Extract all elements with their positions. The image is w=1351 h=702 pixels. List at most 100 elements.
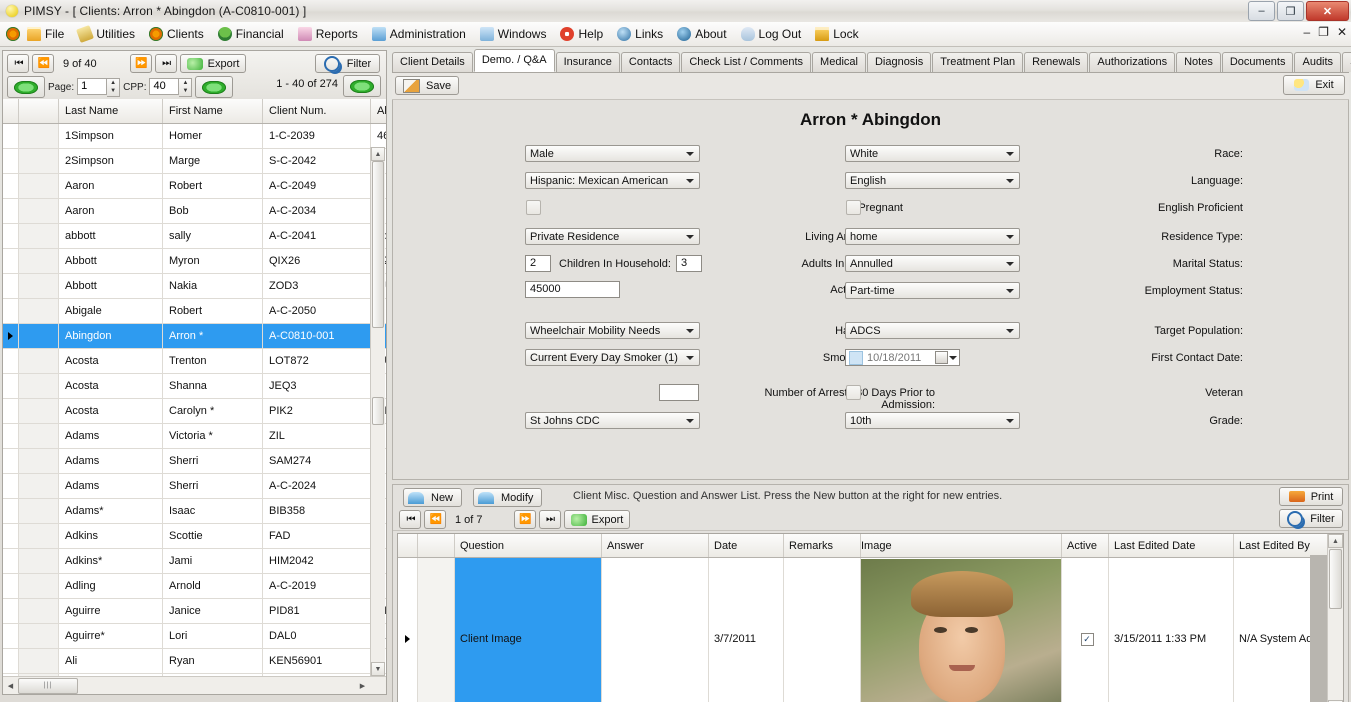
qa-cell-remarks[interactable] <box>783 557 861 702</box>
qa-next-record-button[interactable]: ⏩ <box>513 510 536 529</box>
cell-first-name[interactable]: Lori <box>162 623 263 649</box>
cell-first-name[interactable]: Shanna <box>162 373 263 399</box>
inner-close-button[interactable]: ✕ <box>1337 25 1347 39</box>
prev-record-button[interactable]: ⏪ <box>32 54 54 73</box>
row-marker[interactable] <box>3 473 19 499</box>
window-controls[interactable]: – ❐ ✕ <box>1248 1 1349 21</box>
veteran-checkbox[interactable] <box>846 385 861 400</box>
tab-authorizations[interactable]: Authorizations <box>1089 52 1176 72</box>
cell-last-name[interactable]: Adams* <box>58 498 163 524</box>
qa-last-record-button[interactable]: ⏭ <box>538 510 561 529</box>
row-number[interactable] <box>18 273 59 299</box>
minimize-button[interactable]: – <box>1248 1 1275 21</box>
table-row[interactable]: Adams Victoria * ZIL <box>3 423 386 449</box>
cell-client-num[interactable]: FAD <box>262 523 371 549</box>
row-number[interactable] <box>18 548 59 574</box>
cell-last-name[interactable]: Adkins* <box>58 548 163 574</box>
row-marker[interactable] <box>3 398 19 424</box>
refresh-left-button[interactable] <box>7 76 45 98</box>
cell-client-num[interactable]: S-C-2042 <box>262 148 371 174</box>
client-grid[interactable]: Last Name First Name Client Num. Alt 1Si… <box>3 99 386 694</box>
qa-first-record-button[interactable]: ⏮ <box>399 510 421 529</box>
menu-item-administration[interactable]: Administration <box>365 22 473 46</box>
cell-first-name[interactable]: Jami <box>162 548 263 574</box>
export-button[interactable]: Export <box>179 54 247 73</box>
cell-client-num[interactable]: ZOD3 <box>262 273 371 299</box>
living-arrangement-select[interactable]: Private Residence <box>525 228 700 245</box>
row-number[interactable] <box>18 298 59 324</box>
cell-first-name[interactable]: Isaac <box>162 498 263 524</box>
col-client-num[interactable]: Client Num. <box>262 99 371 124</box>
gender-select[interactable]: Male <box>525 145 700 162</box>
page-input[interactable]: 1 <box>77 77 108 95</box>
row-number[interactable] <box>18 448 59 474</box>
table-row[interactable]: Client Image 3/7/2011 ✓ 3/15/2011 1:33 P… <box>398 557 1343 702</box>
menu-item-links[interactable]: Links <box>610 22 670 46</box>
menu-item-windows[interactable]: Windows <box>473 22 554 46</box>
cell-client-num[interactable]: ZIL <box>262 423 371 449</box>
cell-first-name[interactable]: Sherri <box>162 448 263 474</box>
cell-first-name[interactable]: Scottie <box>162 523 263 549</box>
cell-last-name[interactable]: abbott <box>58 223 163 249</box>
refresh-right-button[interactable] <box>195 76 234 98</box>
col-alt[interactable]: Alt <box>370 99 386 124</box>
table-row[interactable]: Adling Arnold A-C-2019 <box>3 573 386 599</box>
qa-col-last-edited-date[interactable]: Last Edited Date <box>1108 534 1234 558</box>
cell-client-num[interactable]: 1-C-2039 <box>262 123 371 149</box>
inner-restore-button[interactable]: ❐ <box>1318 25 1329 39</box>
cell-first-name[interactable]: Arron * <box>162 323 263 349</box>
cell-client-num[interactable]: A-C-2049 <box>262 173 371 199</box>
table-row[interactable]: Aaron Robert A-C-2049 <box>3 173 386 199</box>
table-row[interactable]: AbbottNakiaZOD3RU <box>3 273 386 299</box>
cell-last-name[interactable]: Abingdon <box>58 323 163 349</box>
cell-first-name[interactable]: Sherri <box>162 473 263 499</box>
qa-cell-answer[interactable] <box>601 557 709 702</box>
client-list-hscrollbar[interactable]: ◀ ||| ▶ <box>3 676 386 694</box>
qa-cell-question[interactable]: Client Image <box>454 557 602 702</box>
tab-insurance[interactable]: Insurance <box>555 52 620 72</box>
children-in-household-input[interactable]: 3 <box>676 255 702 272</box>
cell-last-name[interactable]: Aaron <box>58 198 163 224</box>
tab-renewals[interactable]: Renewals <box>1024 52 1089 72</box>
new-button[interactable]: New <box>403 488 463 507</box>
smoking-status-select[interactable]: Current Every Day Smoker (1) <box>525 349 700 366</box>
qa-vscroll-thumb[interactable] <box>1329 549 1342 609</box>
cell-client-num[interactable]: SAM274 <box>262 448 371 474</box>
cell-first-name[interactable]: Marge <box>162 148 263 174</box>
cell-client-num[interactable]: A-C-2041 <box>262 223 371 249</box>
cell-last-name[interactable]: Adams <box>58 473 163 499</box>
row-marker[interactable] <box>3 523 19 549</box>
row-marker[interactable] <box>3 348 19 374</box>
residence-type-select[interactable]: home <box>845 228 1020 245</box>
table-row[interactable]: Adams Sherri SAM274 <box>3 448 386 474</box>
scroll-left-button[interactable]: ◀ <box>3 678 18 693</box>
cell-last-name[interactable]: Abbott <box>58 248 163 274</box>
target-population-select[interactable]: ADCS <box>845 322 1020 339</box>
qa-filter-button[interactable]: Filter <box>1279 509 1343 528</box>
table-row[interactable]: AguirreJanicePID81TIY <box>3 598 386 624</box>
close-button[interactable]: ✕ <box>1306 1 1349 21</box>
table-row[interactable]: Acosta Shanna JEQ3 <box>3 373 386 399</box>
actual-income-input[interactable]: 45000 <box>525 281 620 298</box>
cell-first-name[interactable]: Homer <box>162 123 263 149</box>
table-row[interactable]: AcostaCarolyn *PIK2BIZ <box>3 398 386 424</box>
tab-audits[interactable]: Audits <box>1294 52 1342 72</box>
cell-client-num[interactable]: KEN56901 <box>262 648 371 674</box>
qa-col-image[interactable]: Image <box>860 534 1062 558</box>
cell-last-name[interactable]: Acosta <box>58 373 163 399</box>
language-select[interactable]: English <box>845 172 1020 189</box>
row-marker[interactable] <box>3 198 19 224</box>
row-marker[interactable] <box>3 648 19 674</box>
menu-item-reports[interactable]: Reports <box>291 22 365 46</box>
cell-client-num[interactable]: PID81 <box>262 598 371 624</box>
table-row[interactable]: 1SimpsonHomer1-C-203946! <box>3 123 386 149</box>
race-select[interactable]: White <box>845 145 1020 162</box>
row-marker[interactable] <box>3 273 19 299</box>
row-marker[interactable] <box>3 223 19 249</box>
cell-first-name[interactable]: Victoria * <box>162 423 263 449</box>
cell-first-name[interactable]: Myron <box>162 248 263 274</box>
row-number[interactable] <box>18 598 59 624</box>
menu-item-logout[interactable]: Log Out <box>734 22 809 46</box>
cell-first-name[interactable]: Janice <box>162 598 263 624</box>
row-number[interactable] <box>18 323 59 349</box>
